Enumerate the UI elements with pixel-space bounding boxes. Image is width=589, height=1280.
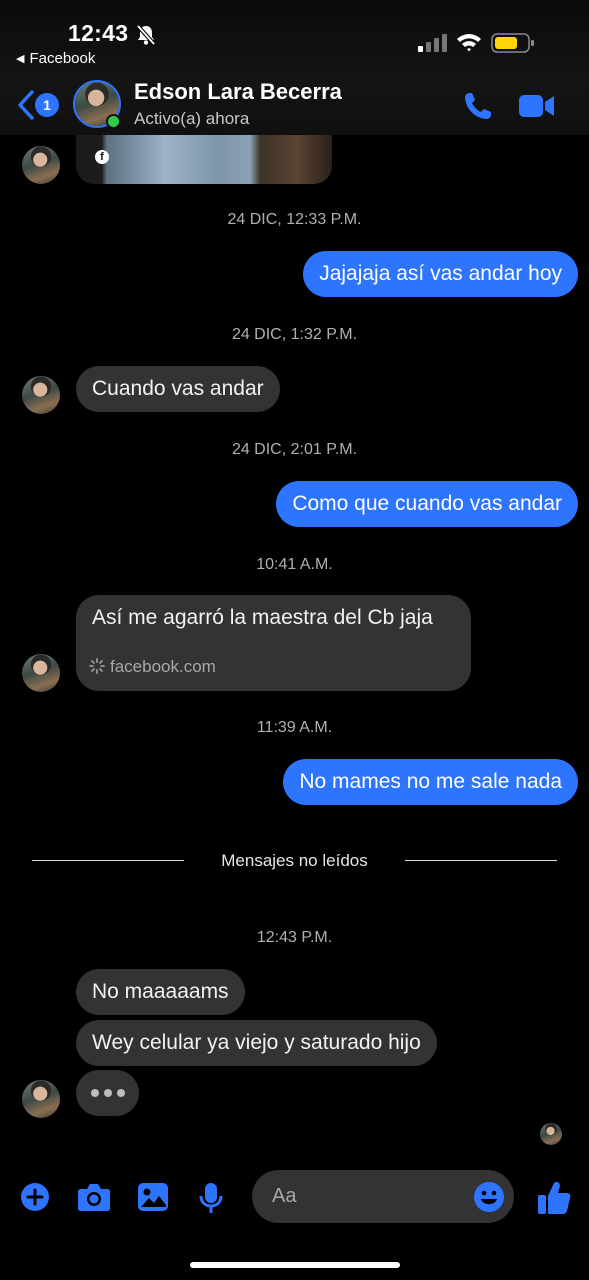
unread-divider-label: Mensajes no leídos <box>221 851 368 870</box>
plus-icon[interactable] <box>20 1182 50 1212</box>
outgoing-message[interactable]: Como que cuando vas andar <box>276 481 578 527</box>
contact-avatar-small <box>22 376 60 414</box>
contact-name[interactable]: Edson Lara Becerra <box>134 79 342 105</box>
emoji-icon[interactable] <box>473 1181 505 1213</box>
microphone-icon[interactable] <box>199 1182 223 1214</box>
divider-line-right <box>405 860 557 861</box>
outgoing-message[interactable]: Jajajaja así vas andar hoy <box>303 251 578 297</box>
message-input[interactable]: Aa <box>252 1170 514 1223</box>
typing-indicator <box>76 1070 139 1116</box>
thumbs-up-icon[interactable] <box>537 1180 571 1216</box>
gallery-icon[interactable] <box>137 1182 169 1212</box>
timestamp: 12:43 P.M. <box>256 929 333 946</box>
back-app-label: Facebook <box>29 50 96 67</box>
incoming-message[interactable]: Cuando vas andar <box>76 366 280 412</box>
message-input-placeholder: Aa <box>272 1185 297 1207</box>
seen-receipt-avatar <box>540 1123 562 1145</box>
outgoing-message[interactable]: No mames no me sale nada <box>283 759 578 805</box>
phone-call-icon[interactable] <box>462 90 494 122</box>
back-triangle-icon: ◀ <box>16 53 25 65</box>
battery-icon <box>491 33 534 53</box>
link-message-text: Así me agarró la maestra del Cb jaja <box>92 606 433 629</box>
link-message[interactable]: Así me agarró la maestra del Cb jaja fac… <box>76 595 471 691</box>
home-indicator[interactable] <box>190 1262 400 1268</box>
link-domain: facebook.com <box>110 657 216 676</box>
timestamp: 10:41 A.M. <box>256 556 333 573</box>
wifi-icon <box>457 34 481 52</box>
shared-photo[interactable] <box>76 135 332 184</box>
status-time: 12:43 <box>68 20 129 46</box>
timestamp: 24 DIC, 12:33 P.M. <box>227 211 362 228</box>
cellular-signal-icon <box>418 34 447 52</box>
contact-avatar-small <box>22 654 60 692</box>
timestamp: 24 DIC, 1:32 P.M. <box>231 326 358 343</box>
back-to-app-link[interactable]: ◀ Facebook <box>16 50 95 67</box>
camera-icon[interactable] <box>77 1182 111 1212</box>
incoming-message[interactable]: No maaaaams <box>76 969 245 1015</box>
loading-spinner-icon <box>89 658 105 674</box>
timestamp: 11:39 A.M. <box>256 719 333 736</box>
online-indicator <box>106 114 121 129</box>
timestamp: 24 DIC, 2:01 P.M. <box>231 441 358 458</box>
facebook-logo-icon: f <box>95 150 109 164</box>
contact-avatar-small <box>22 146 60 184</box>
contact-avatar-small <box>22 1080 60 1118</box>
contact-status: Activo(a) ahora <box>134 109 250 128</box>
video-call-icon[interactable] <box>518 93 556 119</box>
incoming-message[interactable]: Wey celular ya viejo y saturado hijo <box>76 1020 437 1066</box>
back-chevron-icon[interactable] <box>16 90 36 120</box>
unread-count-badge: 1 <box>35 93 59 117</box>
bell-muted-icon <box>136 24 156 46</box>
